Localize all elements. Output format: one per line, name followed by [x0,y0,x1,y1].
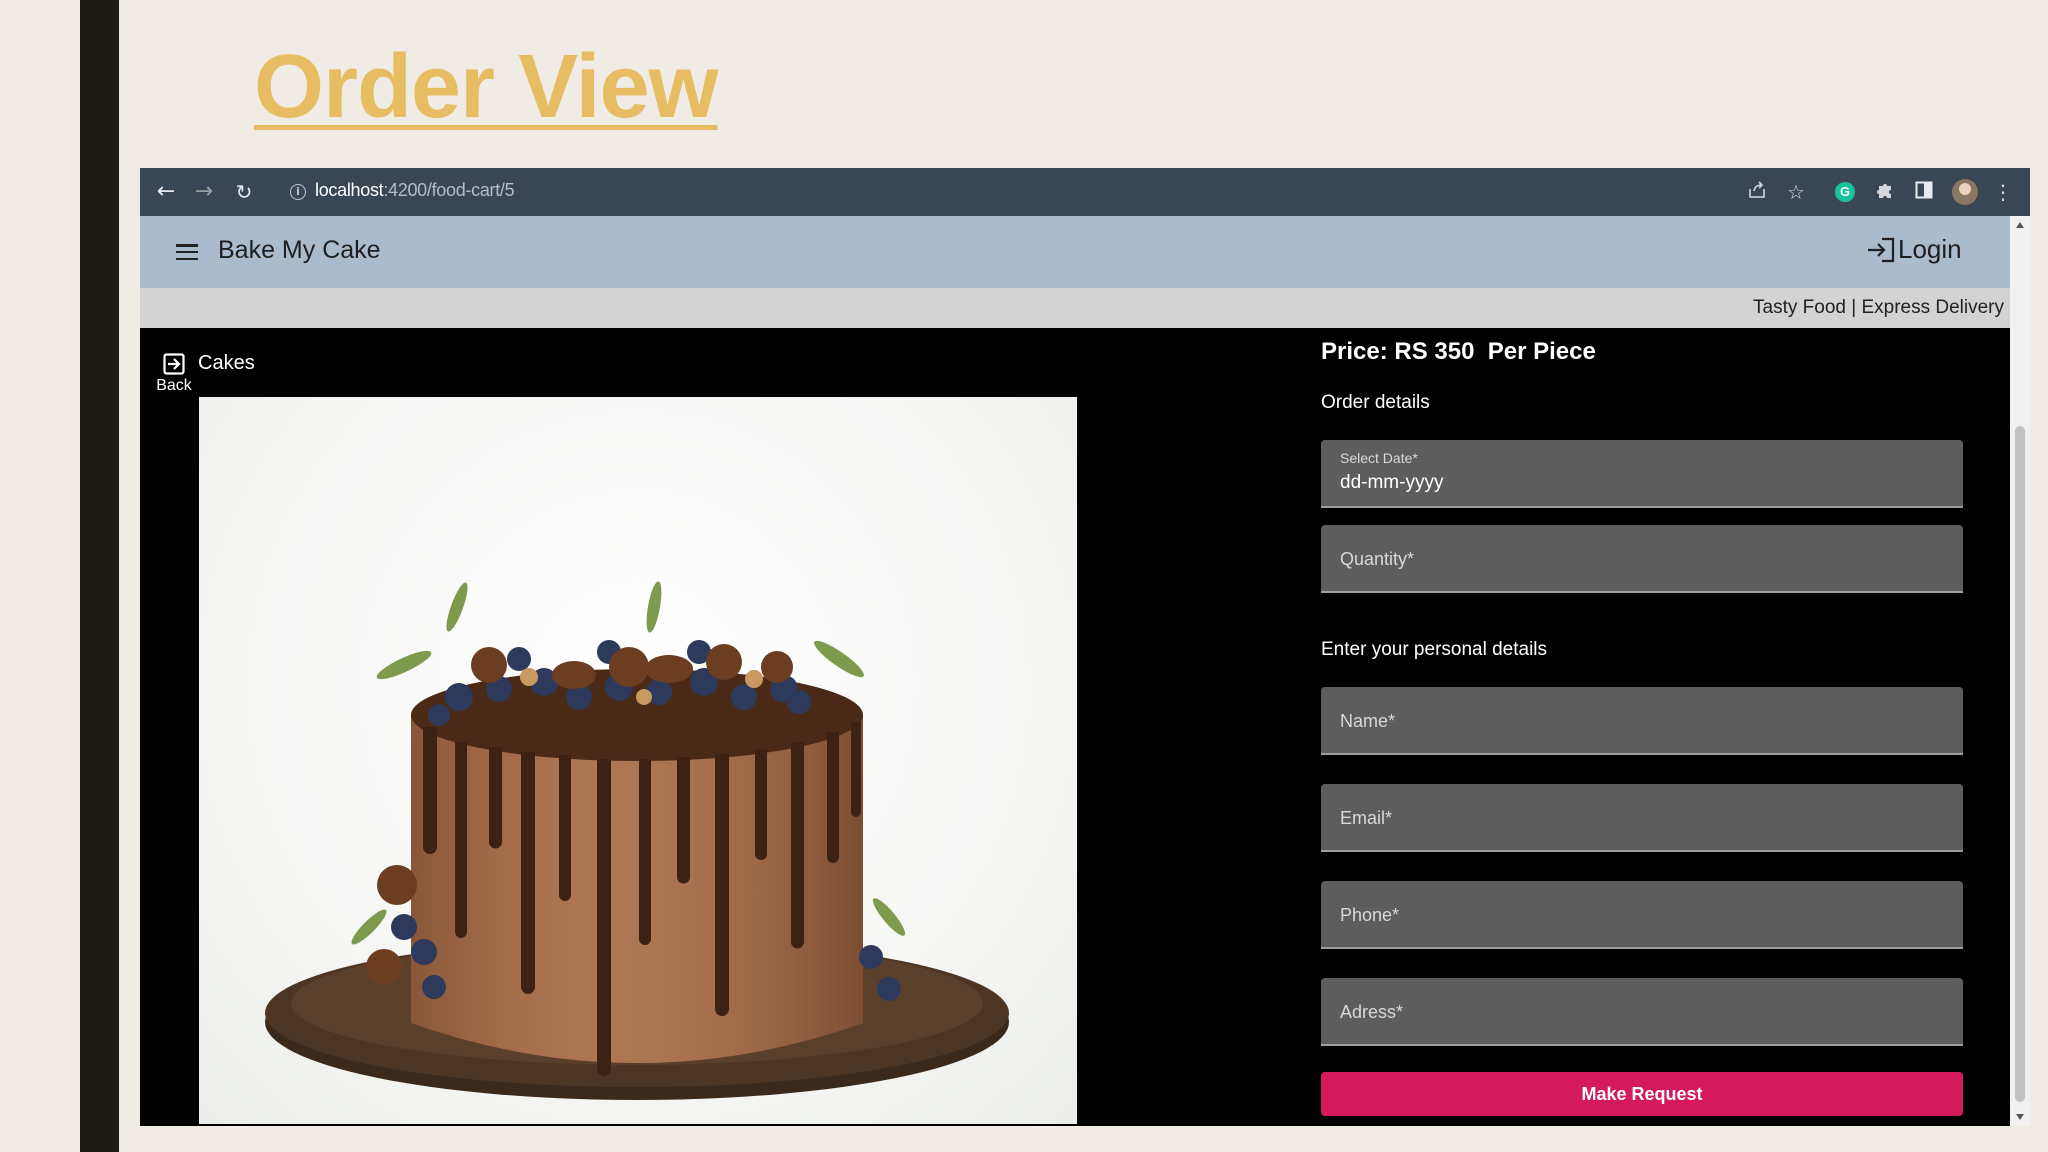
more-icon[interactable]: ⋮ [1991,180,2015,204]
app-title: Bake My Cake [218,236,381,264]
back-label: Back [156,377,192,394]
scroll-down-icon[interactable] [2016,1114,2024,1120]
quantity-field-label: Quantity* [1340,549,1415,569]
app-header: Bake My Cake Login [140,216,2010,288]
back-arrow-icon[interactable]: ← [154,180,178,204]
address-field-label: Adress* [1340,1002,1404,1022]
date-field-value: dd-mm-yyyy [1340,472,1444,493]
share-icon[interactable] [1745,180,1769,204]
info-icon[interactable]: i [290,184,306,200]
url-text[interactable]: localhost:4200/food-cart/5 [315,180,515,201]
scroll-thumb[interactable] [2015,426,2025,1102]
forward-arrow-icon[interactable]: → [192,180,216,204]
address-field[interactable]: Adress* [1321,978,1963,1046]
star-icon[interactable]: ☆ [1784,180,1808,204]
back-exit-icon [162,352,186,376]
order-content: Back Cakes Price: RS 350 Per Piece Order… [140,328,2010,1126]
browser-window: ← → ↻ i localhost:4200/food-cart/5 ☆ G ⋮… [140,168,2030,1126]
menu-icon[interactable] [176,244,198,261]
slide-left-bar [80,0,119,1152]
login-label: Login [1898,234,1962,264]
date-field-label: Select Date* [1340,450,1418,466]
personal-details-heading: Enter your personal details [1321,639,1548,660]
slide-title: Order View [254,37,719,137]
scroll-up-icon[interactable] [2016,222,2024,228]
make-request-button[interactable]: Make Request [1321,1072,1963,1116]
marquee-text: Tasty Food | Express Delivery [1753,297,2004,318]
phone-field-label: Phone* [1340,905,1400,925]
order-details-heading: Order details [1321,392,1430,413]
date-field[interactable]: Select Date* dd-mm-yyyy [1321,440,1963,508]
grammarly-icon[interactable]: G [1835,182,1855,202]
name-field-label: Name* [1340,711,1396,731]
browser-toolbar: ← → ↻ i localhost:4200/food-cart/5 ☆ G ⋮ [140,168,2030,216]
back-button[interactable]: Back [152,352,196,395]
page-scrollbar[interactable] [2010,216,2030,1126]
sidebar-icon[interactable] [1912,180,1936,204]
profile-avatar[interactable] [1952,179,1978,205]
login-icon [1866,236,1896,264]
reload-icon[interactable]: ↻ [232,180,256,204]
email-field[interactable]: Email* [1321,784,1963,852]
phone-field[interactable]: Phone* [1321,881,1963,949]
name-field[interactable]: Name* [1321,687,1963,755]
category-label: Cakes [198,352,255,374]
email-field-label: Email* [1340,808,1393,828]
marquee-banner: Tasty Food | Express Delivery [140,288,2010,328]
cake-image [199,397,1077,1124]
price-text: Price: RS 350 Per Piece [1321,338,1596,365]
quantity-field[interactable]: Quantity* [1321,525,1963,593]
login-button[interactable]: Login [1866,234,1962,265]
extensions-icon[interactable] [1873,180,1897,204]
